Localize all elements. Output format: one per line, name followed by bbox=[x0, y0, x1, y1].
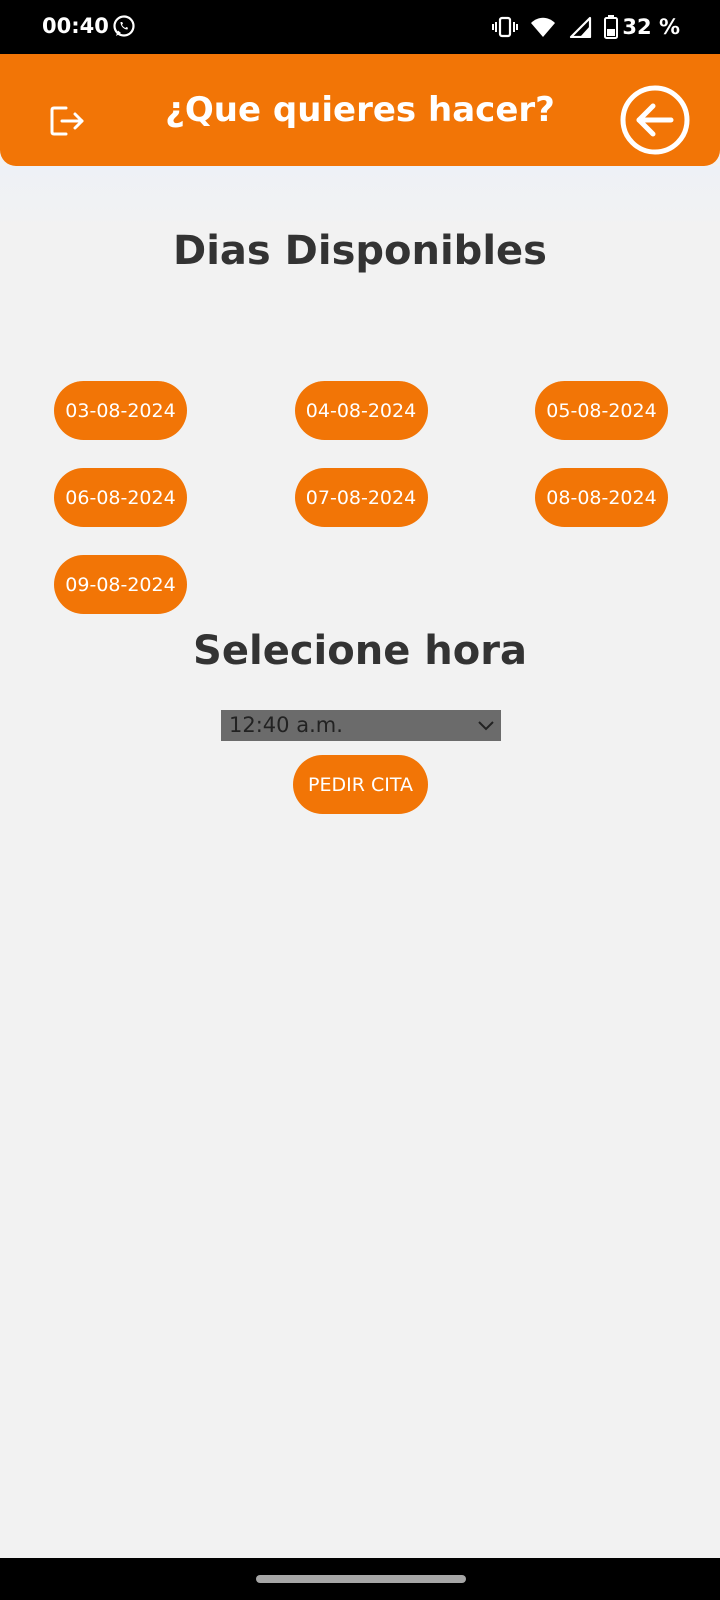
day-button[interactable]: 06-08-2024 bbox=[54, 468, 187, 527]
battery-percentage: 32 % bbox=[622, 15, 680, 39]
day-button[interactable]: 09-08-2024 bbox=[54, 555, 187, 614]
vibrate-icon bbox=[492, 16, 519, 38]
status-time: 00:40 bbox=[42, 14, 109, 38]
battery-icon bbox=[604, 15, 619, 39]
day-button[interactable]: 08-08-2024 bbox=[535, 468, 668, 527]
signal-icon bbox=[570, 16, 592, 38]
back-arrow-icon[interactable] bbox=[619, 84, 691, 156]
app-header: ¿Que quieres hacer? bbox=[0, 54, 720, 166]
home-gesture-handle[interactable] bbox=[256, 1575, 466, 1583]
available-days-grid: 03-08-2024 04-08-2024 05-08-2024 06-08-2… bbox=[54, 381, 668, 614]
day-button[interactable]: 03-08-2024 bbox=[54, 381, 187, 440]
wifi-icon bbox=[531, 17, 556, 37]
time-select-value: 12:40 a.m. bbox=[229, 713, 343, 737]
available-days-title: Dias Disponibles bbox=[173, 228, 547, 274]
page-title: ¿Que quieres hacer? bbox=[165, 90, 555, 130]
time-select[interactable]: 12:40 a.m. bbox=[221, 710, 501, 741]
day-button[interactable]: 07-08-2024 bbox=[294, 468, 428, 527]
navigation-bar bbox=[0, 1558, 720, 1600]
header-shadow bbox=[0, 166, 720, 232]
status-icons: 32 % bbox=[492, 13, 680, 41]
book-appointment-button[interactable]: PEDIR CITA bbox=[293, 755, 428, 814]
select-time-title: Selecione hora bbox=[193, 628, 527, 674]
whatsapp-icon bbox=[113, 15, 135, 37]
chevron-down-icon bbox=[478, 721, 494, 731]
status-bar: 00:40 32 % bbox=[0, 0, 720, 54]
day-button[interactable]: 05-08-2024 bbox=[535, 381, 668, 440]
day-button[interactable]: 04-08-2024 bbox=[294, 381, 428, 440]
